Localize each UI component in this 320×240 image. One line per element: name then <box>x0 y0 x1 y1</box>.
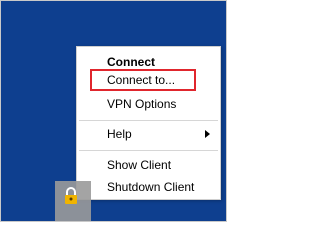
menu-item-label: VPN Options <box>107 97 177 111</box>
menu-item-shutdown-client[interactable]: Shutdown Client <box>77 177 220 197</box>
submenu-arrow-icon <box>205 130 210 138</box>
menu-item-label: Shutdown Client <box>107 180 195 194</box>
menu-item-help[interactable]: Help <box>77 124 220 144</box>
menu-item-label: Help <box>107 127 132 141</box>
menu-separator <box>79 120 218 121</box>
desktop: Connect Connect to... VPN Options Help S… <box>0 0 227 222</box>
menu-separator <box>79 150 218 151</box>
tray-context-menu: Connect Connect to... VPN Options Help S… <box>76 46 221 200</box>
menu-item-label: Connect to... <box>107 73 176 87</box>
menu-item-show-client[interactable]: Show Client <box>77 155 220 175</box>
menu-item-vpn-options[interactable]: VPN Options <box>77 94 220 114</box>
vpn-lock-icon[interactable] <box>63 187 79 205</box>
menu-item-connect-to[interactable]: Connect to... <box>90 69 196 91</box>
menu-item-label: Show Client <box>107 158 172 172</box>
